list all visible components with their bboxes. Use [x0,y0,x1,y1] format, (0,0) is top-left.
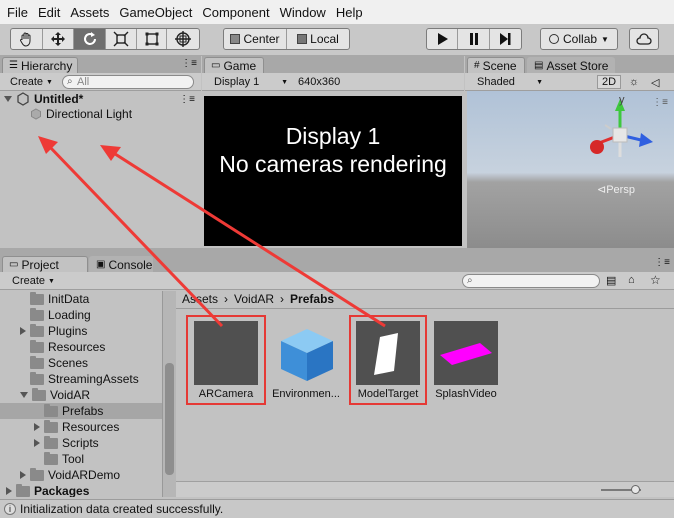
arrow-modeltarget-line [111,150,386,328]
arrow-modeltarget-head [100,145,121,161]
arrow-arcamera-line [46,143,224,328]
annotation-arrows [38,136,386,328]
